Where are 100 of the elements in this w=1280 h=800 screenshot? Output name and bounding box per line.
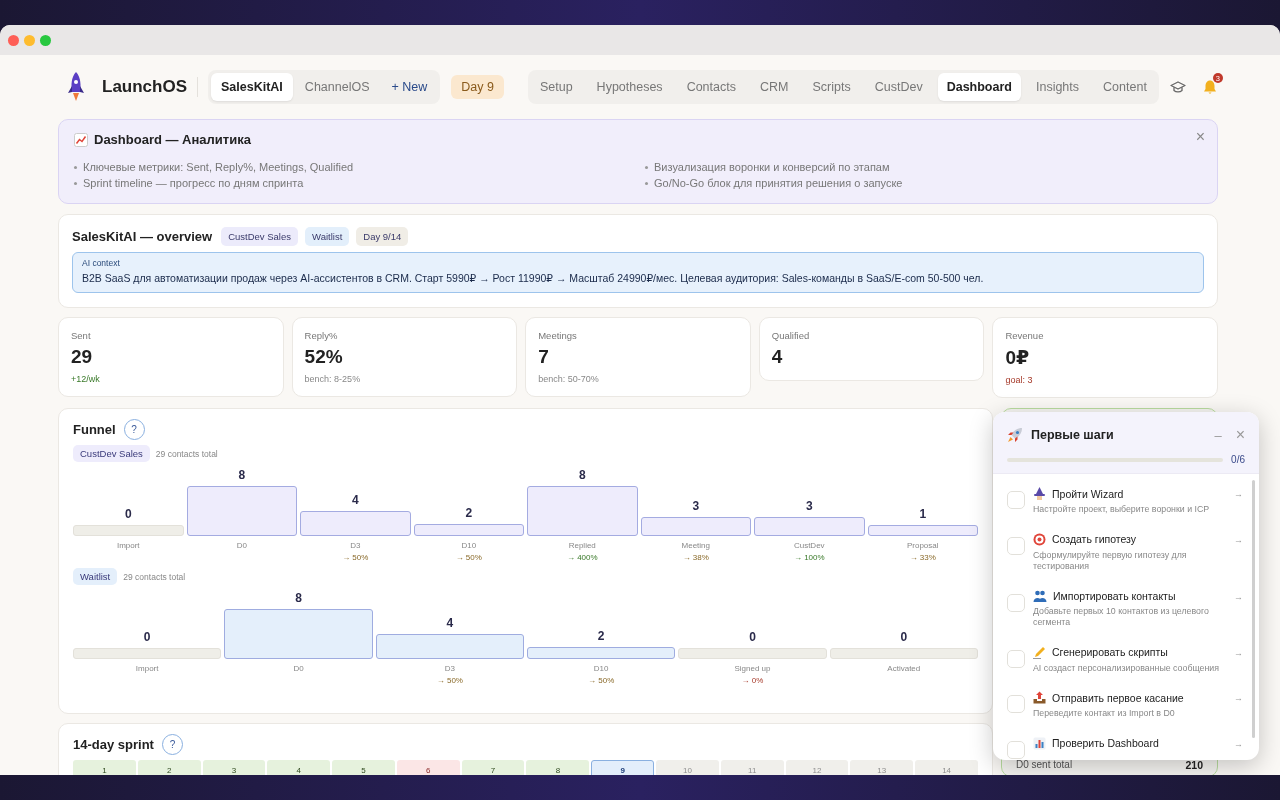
step-arrow-button[interactable]: → [1234,693,1243,703]
sprint-day[interactable]: 9 [591,760,655,775]
stage-label: D3 [349,541,362,550]
nav-tab[interactable]: Content [1094,73,1156,101]
window-minimize-button[interactable] [24,34,35,46]
project-tab[interactable]: SalesKitAI [211,73,293,101]
sprint-day[interactable]: 13 [850,760,914,775]
metric-label: Sent [71,330,92,341]
step-arrow-button[interactable]: → [1234,647,1243,658]
step-arrow-button[interactable]: → [1234,591,1243,602]
sprint-day[interactable]: 10 [656,760,719,775]
bullet-text: Визуализация воронки и конверсий по этапам [654,161,890,173]
stage-conversion: → 400% [565,553,599,562]
sprint-day[interactable]: 5 [332,760,395,775]
metric-label: Meetings [538,330,578,341]
step-checkbox[interactable] [1007,491,1025,509]
step-description: Переведите контакт из Import в D0 [1033,708,1176,720]
metric-value: 29 [71,346,94,368]
nav-tab[interactable]: Scripts [803,73,860,101]
funnel-title: Funnel [73,422,116,437]
step-arrow-button[interactable]: → [1234,738,1243,749]
stat-label: D0 sent total [1016,759,1073,771]
nav-tab[interactable]: Insights [1026,73,1089,101]
minimize-button[interactable]: – [1214,427,1222,443]
nav-tab[interactable]: Hypotheses [587,73,672,101]
bell-icon[interactable] [1201,79,1218,95]
nav-tab[interactable]: CRM [751,73,798,101]
nav-tab[interactable]: Dashboard [937,73,1021,101]
stage-conversion: → 50% [435,676,464,685]
stage-value: 8 [294,591,303,605]
stage-label: D0 [292,664,305,673]
step-title: Сгенерировать скрипты [1052,646,1168,658]
metric-value: 7 [538,346,550,368]
stage-value: 2 [596,628,606,643]
sprint-day[interactable]: 4 [267,760,331,775]
step-checkbox[interactable] [1007,649,1025,668]
step-description: Сформулируйте первую гипотезу для тестирования [1033,549,1188,573]
nav-tab[interactable]: CustDev [865,73,932,101]
stage-value: 0 [899,630,909,644]
graduation-cap-icon[interactable] [1169,81,1186,93]
stage-label: Activated [886,664,922,673]
stage-value: 0 [142,630,152,644]
step-description: Добавьте первых 10 контактов из целевого сегмента [1033,605,1210,629]
stat-value: 210 [1185,759,1203,771]
scrollbar[interactable] [1252,480,1255,738]
new-project-button[interactable]: + New [381,73,438,101]
stage-label: Import [115,541,141,550]
nav-tab[interactable]: Setup [530,73,582,101]
step-description: AI создаст персонализированные сообщения [1033,662,1220,674]
stage-value: 0 [748,630,757,644]
window-maximize-button[interactable] [40,34,51,46]
stage-value: 8 [237,468,247,482]
step-checkbox[interactable] [1007,695,1025,713]
project-tab[interactable]: ChannelOS [294,73,380,101]
stage-label: Replied [567,541,597,550]
stage-label: Signed up [733,664,772,673]
sprint-day[interactable]: 6 [396,760,460,775]
step-description: Настройте проект, выберите воронки и ICP [1033,504,1211,516]
funnel-total: 29 contacts total [123,571,186,582]
sprint-day[interactable]: 2 [137,760,201,775]
progress-count: 0/6 [1231,454,1245,465]
step-title: Проверить Dashboard [1052,737,1159,749]
brand-name: LaunchOS [102,77,198,97]
sprint-day[interactable]: 3 [202,760,266,775]
metric-label: Revenue [1005,330,1045,341]
target-icon [1033,532,1046,546]
step-checkbox[interactable] [1007,593,1025,612]
step-arrow-button[interactable]: → [1234,534,1243,545]
step-arrow-button[interactable]: → [1234,489,1243,499]
step-title: Создать гипотезу [1052,533,1137,545]
people-icon [1033,589,1047,602]
close-button[interactable]: × [1235,426,1245,444]
step-checkbox[interactable] [1007,740,1025,759]
sprint-day[interactable]: 11 [720,760,784,775]
metric-note: goal: 3 [1005,375,1034,385]
sprint-day[interactable]: 7 [461,760,525,775]
bullet-dot [645,165,648,169]
sprint-day[interactable]: 12 [785,760,849,775]
step-title: Отправить первое касание [1052,691,1184,704]
stage-label: Meeting [680,541,711,550]
rocket-icon [68,72,84,102]
chart-icon [74,132,88,147]
sprint-day[interactable]: 8 [526,760,590,775]
stage-conversion: → 38% [681,553,710,562]
banner-title: Dashboard — Аналитика [94,132,251,147]
bullet-text: Ключевые метрики: Sent, Reply%, Meetings, Qualified [83,161,354,173]
step-checkbox[interactable] [1007,536,1025,555]
metric-note: bench: 8-25% [304,374,362,384]
nav-tab[interactable]: Contacts [677,73,745,101]
sprint-day[interactable]: 14 [915,760,978,775]
metric-value: 52% [304,346,344,368]
stage-value: 8 [577,468,587,482]
funnel-total: 29 contacts total [155,448,218,459]
step-title: Пройти Wizard [1052,487,1124,500]
stage-conversion: → 50% [341,553,370,562]
sprint-day[interactable]: 1 [73,760,136,775]
window-close-button[interactable] [8,34,19,46]
close-button[interactable]: × [1195,128,1205,146]
metric-value: 0₽ [1005,346,1031,369]
stage-label: Import [134,664,160,673]
